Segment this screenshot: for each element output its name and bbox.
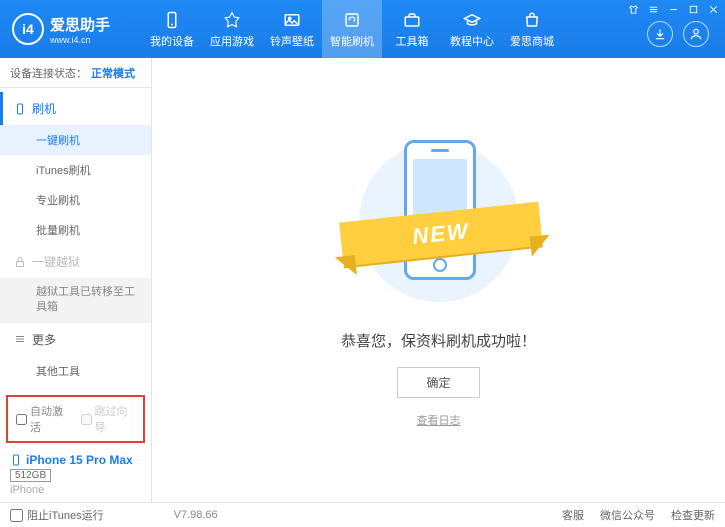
checkbox-label: 跳过向导 bbox=[95, 403, 136, 435]
footer-wechat-link[interactable]: 微信公众号 bbox=[600, 507, 655, 523]
menu-head-label: 刷机 bbox=[32, 100, 56, 117]
phone-icon bbox=[10, 454, 22, 466]
shirt-icon[interactable] bbox=[627, 3, 639, 15]
footer-update-link[interactable]: 检查更新 bbox=[671, 507, 715, 523]
checkbox-area: 自动激活 跳过向导 bbox=[6, 395, 145, 443]
hat-icon bbox=[462, 10, 482, 30]
success-illustration: NEW bbox=[349, 132, 529, 312]
nav-store[interactable]: 爱思商城 bbox=[502, 0, 562, 58]
status-value: 正常模式 bbox=[91, 65, 135, 81]
block-itunes-checkbox[interactable] bbox=[10, 509, 23, 522]
success-message: 恭喜您，保资料刷机成功啦！ bbox=[341, 330, 536, 351]
menu-group-more[interactable]: 更多 bbox=[0, 323, 151, 356]
block-itunes-label: 阻止iTunes运行 bbox=[27, 507, 104, 523]
version-label: V7.98.66 bbox=[174, 509, 218, 521]
menu-download-firmware[interactable]: 下载固件 bbox=[0, 386, 151, 391]
download-button[interactable] bbox=[647, 21, 673, 47]
nav-label: 我的设备 bbox=[150, 33, 194, 49]
nav-flash[interactable]: 智能刷机 bbox=[322, 0, 382, 58]
maximize-button[interactable] bbox=[687, 3, 699, 15]
refresh-icon bbox=[342, 10, 362, 30]
app-url: www.i4.cn bbox=[50, 35, 110, 45]
nav-label: 铃声壁纸 bbox=[270, 33, 314, 49]
lock-icon bbox=[14, 256, 26, 268]
top-nav: 我的设备 应用游戏 铃声壁纸 智能刷机 工具箱 教程中心 爱思商城 bbox=[142, 0, 647, 58]
nav-ringtone[interactable]: 铃声壁纸 bbox=[262, 0, 322, 58]
menu-itunes-flash[interactable]: iTunes刷机 bbox=[0, 155, 151, 185]
menu-one-key-flash[interactable]: 一键刷机 bbox=[0, 125, 151, 155]
nav-label: 教程中心 bbox=[450, 33, 494, 49]
logo: i4 爱思助手 www.i4.cn bbox=[12, 13, 142, 45]
ok-button[interactable]: 确定 bbox=[397, 367, 479, 398]
device-name: iPhone 15 Pro Max bbox=[26, 453, 133, 467]
nav-tutorial[interactable]: 教程中心 bbox=[442, 0, 502, 58]
phone-icon bbox=[14, 103, 26, 115]
nav-my-device[interactable]: 我的设备 bbox=[142, 0, 202, 58]
main-content: NEW 恭喜您，保资料刷机成功啦！ 确定 查看日志 bbox=[152, 58, 725, 502]
menu-head-label: 更多 bbox=[32, 331, 56, 348]
menu-group-jailbreak[interactable]: 一键越狱 bbox=[0, 245, 151, 278]
menu-icon[interactable] bbox=[647, 3, 659, 15]
nav-toolbox[interactable]: 工具箱 bbox=[382, 0, 442, 58]
phone-icon bbox=[162, 10, 182, 30]
close-button[interactable] bbox=[707, 3, 719, 15]
nav-label: 智能刷机 bbox=[330, 33, 374, 49]
device-info[interactable]: iPhone 15 Pro Max 512GB iPhone bbox=[0, 447, 151, 502]
header: i4 爱思助手 www.i4.cn 我的设备 应用游戏 铃声壁纸 智能刷机 工具… bbox=[0, 0, 725, 58]
skip-guide-checkbox[interactable]: 跳过向导 bbox=[81, 403, 136, 435]
menu-jailbreak-moved: 越狱工具已转移至工具箱 bbox=[0, 278, 151, 323]
nav-label: 应用游戏 bbox=[210, 33, 254, 49]
image-icon bbox=[282, 10, 302, 30]
toolbox-icon bbox=[402, 10, 422, 30]
view-log-link[interactable]: 查看日志 bbox=[417, 412, 461, 428]
status-label: 设备连接状态： bbox=[10, 65, 87, 81]
user-button[interactable] bbox=[683, 21, 709, 47]
menu-head-label: 一键越狱 bbox=[32, 253, 80, 270]
device-status: 设备连接状态： 正常模式 bbox=[0, 58, 151, 88]
list-icon bbox=[14, 333, 26, 345]
apps-icon bbox=[222, 10, 242, 30]
auto-activate-checkbox[interactable]: 自动激活 bbox=[16, 403, 71, 435]
minimize-button[interactable] bbox=[667, 3, 679, 15]
footer-support-link[interactable]: 客服 bbox=[562, 507, 584, 523]
menu-pro-flash[interactable]: 专业刷机 bbox=[0, 185, 151, 215]
device-capacity: 512GB bbox=[10, 469, 51, 482]
menu-other-tools[interactable]: 其他工具 bbox=[0, 356, 151, 386]
checkbox-label: 自动激活 bbox=[30, 403, 71, 435]
nav-label: 爱思商城 bbox=[510, 33, 554, 49]
window-controls bbox=[627, 3, 719, 15]
sidebar: 设备连接状态： 正常模式 刷机 一键刷机 iTunes刷机 专业刷机 批量刷机 … bbox=[0, 58, 152, 502]
logo-icon: i4 bbox=[12, 13, 44, 45]
bag-icon bbox=[522, 10, 542, 30]
menu-batch-flash[interactable]: 批量刷机 bbox=[0, 215, 151, 245]
app-title: 爱思助手 bbox=[50, 14, 110, 35]
footer: 阻止iTunes运行 V7.98.66 客服 微信公众号 检查更新 bbox=[0, 502, 725, 527]
nav-apps[interactable]: 应用游戏 bbox=[202, 0, 262, 58]
nav-label: 工具箱 bbox=[396, 33, 429, 49]
device-type: iPhone bbox=[10, 484, 141, 496]
menu-group-flash[interactable]: 刷机 bbox=[0, 92, 151, 125]
